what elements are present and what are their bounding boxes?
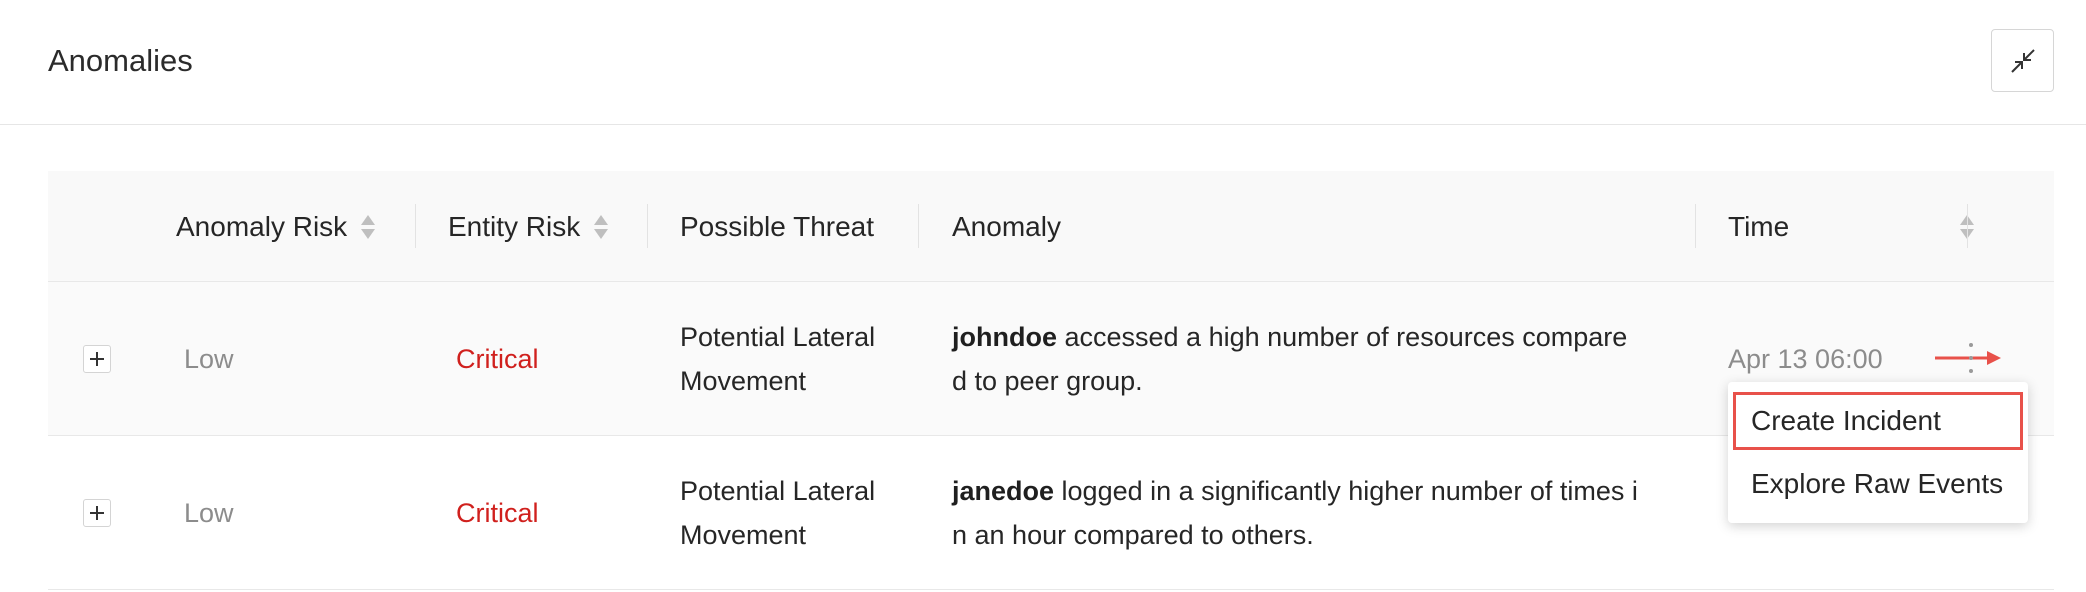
plus-icon <box>90 352 104 366</box>
anomaly-user[interactable]: janedoe <box>952 476 1054 506</box>
anomaly-text: logged in a significantly higher number … <box>1054 476 1638 506</box>
column-label: Anomaly Risk <box>176 210 348 242</box>
collapse-button[interactable] <box>1991 29 2054 92</box>
collapse-arrows-icon <box>2010 48 2035 73</box>
plus-icon <box>90 506 104 520</box>
column-label: Possible Threat <box>680 210 875 242</box>
anomaly-description: janedoe logged in a significantly higher… <box>952 469 1672 557</box>
column-header-anomaly-risk[interactable]: Anomaly Risk <box>176 171 376 282</box>
possible-threat-line: Movement <box>680 520 807 550</box>
anomaly-line: n an hour compared to others. <box>952 520 1314 550</box>
anomaly-text: accessed a high number of resources comp… <box>1056 322 1628 352</box>
anomalies-table: Anomaly Risk Entity Risk Possible Threat… <box>48 171 2054 590</box>
anomaly-line: d to peer group. <box>952 366 1143 396</box>
column-divider <box>647 204 648 248</box>
possible-threat-line: Potential Lateral <box>680 322 876 352</box>
expand-row-button[interactable] <box>83 345 111 373</box>
column-label: Entity Risk <box>448 210 581 242</box>
sort-arrows-icon[interactable] <box>361 213 376 241</box>
column-divider <box>415 204 416 248</box>
anomaly-user[interactable]: johndoe <box>952 322 1057 352</box>
column-header-anomaly: Anomaly <box>952 171 1061 282</box>
kebab-menu-icon[interactable] <box>1966 343 1976 373</box>
entity-risk-value: Critical <box>456 498 539 528</box>
column-divider <box>1967 204 1968 248</box>
anomaly-line: janedoe logged in a significantly higher… <box>952 469 1672 513</box>
menu-item-create-incident[interactable]: Create Incident <box>1733 392 2023 450</box>
page-title: Anomalies <box>48 43 193 78</box>
panel-header: Anomalies <box>0 0 2086 125</box>
row-actions-menu: Create Incident Explore Raw Events <box>1728 382 2028 523</box>
entity-risk-value: Critical <box>456 344 539 374</box>
column-header-time[interactable]: Time <box>1728 171 1984 282</box>
possible-threat-line: Potential Lateral <box>680 476 876 506</box>
possible-threat-line: Movement <box>680 366 807 396</box>
column-label: Time <box>1728 210 1790 242</box>
time-value: Apr 13 06:00 <box>1728 344 1883 374</box>
column-header-entity-risk[interactable]: Entity Risk <box>448 171 609 282</box>
menu-item-explore-raw-events[interactable]: Explore Raw Events <box>1728 455 2028 513</box>
column-divider <box>1695 204 1696 248</box>
possible-threat-value: Potential Lateral Movement <box>680 315 875 403</box>
column-label: Anomaly <box>952 210 1061 242</box>
table-header: Anomaly Risk Entity Risk Possible Threat… <box>48 171 2054 282</box>
anomaly-risk-value: Low <box>184 498 234 528</box>
anomaly-risk-value: Low <box>184 344 234 374</box>
anomaly-description: johndoe accessed a high number of resour… <box>952 315 1672 403</box>
column-header-possible-threat: Possible Threat <box>680 171 874 282</box>
column-divider <box>918 204 919 248</box>
expand-row-button[interactable] <box>83 499 111 527</box>
sort-arrows-icon[interactable] <box>594 213 609 241</box>
anomaly-line: johndoe accessed a high number of resour… <box>952 315 1672 359</box>
possible-threat-value: Potential Lateral Movement <box>680 469 875 557</box>
